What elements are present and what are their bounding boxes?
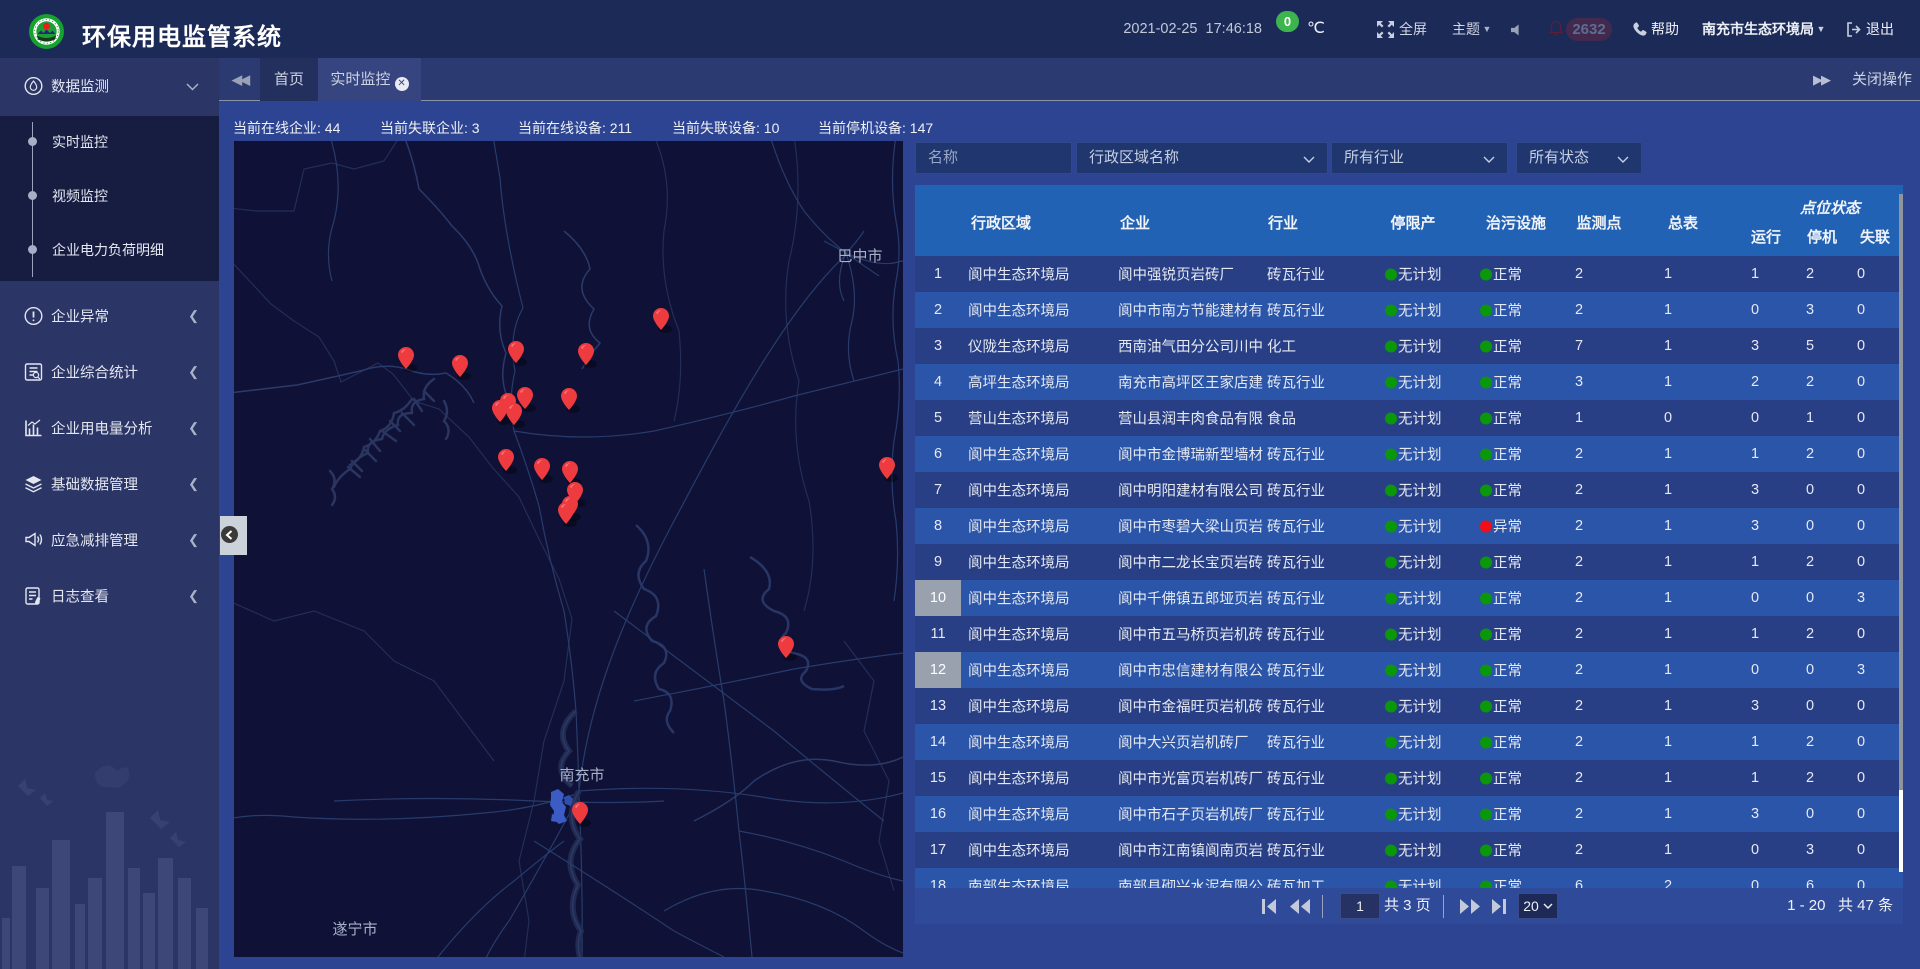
svg-text:巴中市: 巴中市: [837, 248, 882, 265]
svg-text:遂宁市: 遂宁市: [332, 921, 377, 938]
svg-text:南充市: 南充市: [559, 767, 604, 784]
